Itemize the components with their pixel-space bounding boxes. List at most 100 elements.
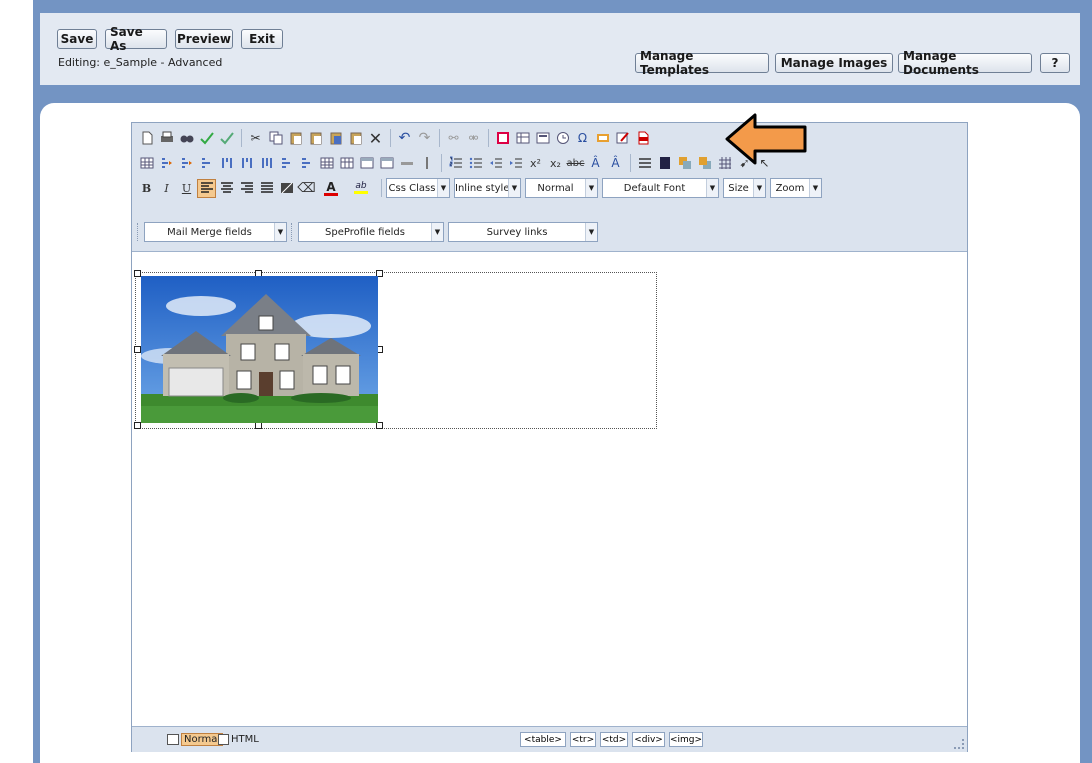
- insert-table-icon[interactable]: [137, 154, 156, 173]
- italic-button[interactable]: I: [157, 179, 176, 198]
- bold-button[interactable]: B: [137, 179, 156, 198]
- paste-icon[interactable]: [286, 129, 305, 148]
- toolbar-row-3: B I U ⌫ A ab Css Class ▼ Inline style ▼ …: [137, 177, 826, 199]
- paste-text-icon[interactable]: [306, 129, 325, 148]
- table-icon[interactable]: [513, 129, 532, 148]
- css-class-dropdown[interactable]: Css Class ▼: [386, 178, 450, 198]
- cut-icon[interactable]: ✂: [246, 129, 265, 148]
- save-button[interactable]: Save: [57, 29, 97, 49]
- form-icon[interactable]: [533, 129, 552, 148]
- chevron-down-icon: ▼: [809, 179, 821, 197]
- chevron-down-icon: ▼: [706, 179, 718, 197]
- editor-content-area[interactable]: [132, 252, 967, 726]
- decrease-font-icon[interactable]: Â: [606, 154, 625, 173]
- resize-handle[interactable]: [376, 422, 383, 429]
- align-center-icon[interactable]: [217, 179, 236, 198]
- tag-td-breadcrumb[interactable]: <td>: [600, 732, 628, 747]
- resize-handle[interactable]: [134, 270, 141, 277]
- paste-word-icon[interactable]: [326, 129, 345, 148]
- manage-documents-button[interactable]: Manage Documents: [898, 49, 1032, 77]
- mail-merge-dropdown[interactable]: Mail Merge fields ▼: [144, 222, 287, 242]
- edit-icon[interactable]: [613, 129, 632, 148]
- clear-format-icon[interactable]: [277, 179, 296, 198]
- unlink-icon[interactable]: ⚮: [464, 129, 483, 148]
- insert-template-icon[interactable]: [655, 154, 674, 173]
- pdf-icon[interactable]: [633, 129, 652, 148]
- align-left-icon[interactable]: [197, 178, 216, 198]
- help-button[interactable]: ?: [1040, 53, 1070, 73]
- increase-font-icon[interactable]: Â: [586, 154, 605, 173]
- delete-row-icon[interactable]: [197, 154, 216, 173]
- resize-handle[interactable]: [255, 422, 262, 429]
- undo-icon[interactable]: ↶: [395, 129, 414, 148]
- table-style-icon[interactable]: [377, 154, 396, 173]
- merge-cells-icon[interactable]: [277, 154, 296, 173]
- preview-button[interactable]: Preview: [175, 29, 233, 49]
- insert-row-above-icon[interactable]: [157, 154, 176, 173]
- manage-images-button[interactable]: Manage Images: [775, 53, 893, 73]
- clock-icon[interactable]: [553, 129, 572, 148]
- spellcheck-icon[interactable]: [217, 129, 236, 148]
- eraser-icon[interactable]: ⌫: [297, 179, 316, 198]
- manage-templates-button[interactable]: Manage Templates: [635, 49, 769, 77]
- font-family-dropdown[interactable]: Default Font ▼: [602, 178, 719, 198]
- strikethrough-icon[interactable]: abc: [566, 154, 585, 173]
- survey-links-dropdown[interactable]: Survey links ▼: [448, 222, 598, 242]
- redo-icon[interactable]: ↷: [415, 129, 434, 148]
- delete-icon[interactable]: ✕: [366, 129, 385, 148]
- speprofile-dropdown[interactable]: SpeProfile fields ▼: [298, 222, 444, 242]
- normal-mode-tab[interactable]: Normal: [167, 732, 224, 747]
- resize-handle[interactable]: [134, 346, 141, 353]
- table-grid-icon[interactable]: [317, 154, 336, 173]
- paste-html-icon[interactable]: [346, 129, 365, 148]
- insert-column-left-icon[interactable]: [217, 154, 236, 173]
- table-properties-icon[interactable]: [337, 154, 356, 173]
- separator: [441, 154, 442, 172]
- flash-icon[interactable]: [593, 129, 612, 148]
- tag-tr-breadcrumb[interactable]: <tr>: [570, 732, 596, 747]
- paragraph-style-dropdown[interactable]: Normal ▼: [525, 178, 598, 198]
- paragraph-icon[interactable]: [635, 154, 654, 173]
- highlight-color-icon[interactable]: ab: [346, 179, 376, 198]
- new-document-icon[interactable]: [137, 129, 156, 148]
- insert-row-below-icon[interactable]: [177, 154, 196, 173]
- inline-style-dropdown[interactable]: Inline style ▼: [454, 178, 521, 198]
- justify-icon[interactable]: [257, 179, 276, 198]
- editor-status-bar: Normal HTML <table> <tr> <td> <div> <img…: [132, 726, 967, 752]
- resize-grip-icon[interactable]: [954, 739, 964, 749]
- check-icon[interactable]: [197, 129, 216, 148]
- indent-icon[interactable]: [506, 154, 525, 173]
- subscript-icon[interactable]: x₂: [546, 154, 565, 173]
- zoom-dropdown[interactable]: Zoom ▼: [770, 178, 822, 198]
- align-right-icon[interactable]: [237, 179, 256, 198]
- find-icon[interactable]: [177, 129, 196, 148]
- outdent-icon[interactable]: [486, 154, 505, 173]
- split-cells-icon[interactable]: [297, 154, 316, 173]
- font-color-icon[interactable]: A: [317, 179, 345, 198]
- tag-div-breadcrumb[interactable]: <div>: [632, 732, 665, 747]
- bring-forward-icon[interactable]: [675, 154, 694, 173]
- link-icon[interactable]: ⚯: [444, 129, 463, 148]
- numbered-list-icon[interactable]: [446, 154, 465, 173]
- superscript-icon[interactable]: x²: [526, 154, 545, 173]
- house-image[interactable]: [141, 276, 378, 423]
- resize-handle[interactable]: [134, 422, 141, 429]
- html-mode-tab[interactable]: HTML: [218, 732, 259, 747]
- delete-column-icon[interactable]: [257, 154, 276, 173]
- send-backward-icon[interactable]: [695, 154, 714, 173]
- underline-button[interactable]: U: [177, 179, 196, 198]
- horizontal-rule-icon[interactable]: [397, 154, 416, 173]
- insert-column-right-icon[interactable]: [237, 154, 256, 173]
- copy-icon[interactable]: [266, 129, 285, 148]
- cell-properties-icon[interactable]: [357, 154, 376, 173]
- tag-table-breadcrumb[interactable]: <table>: [520, 732, 566, 747]
- font-size-dropdown[interactable]: Size ▼: [723, 178, 766, 198]
- image-manager-icon[interactable]: [493, 129, 512, 148]
- exit-button[interactable]: Exit: [241, 29, 283, 49]
- bulleted-list-icon[interactable]: [466, 154, 485, 173]
- print-icon[interactable]: [157, 129, 176, 148]
- save-as-button[interactable]: Save As: [105, 25, 167, 53]
- page-break-icon[interactable]: [417, 154, 436, 173]
- tag-img-breadcrumb[interactable]: <img>: [669, 732, 703, 747]
- special-character-icon[interactable]: Ω: [573, 129, 592, 148]
